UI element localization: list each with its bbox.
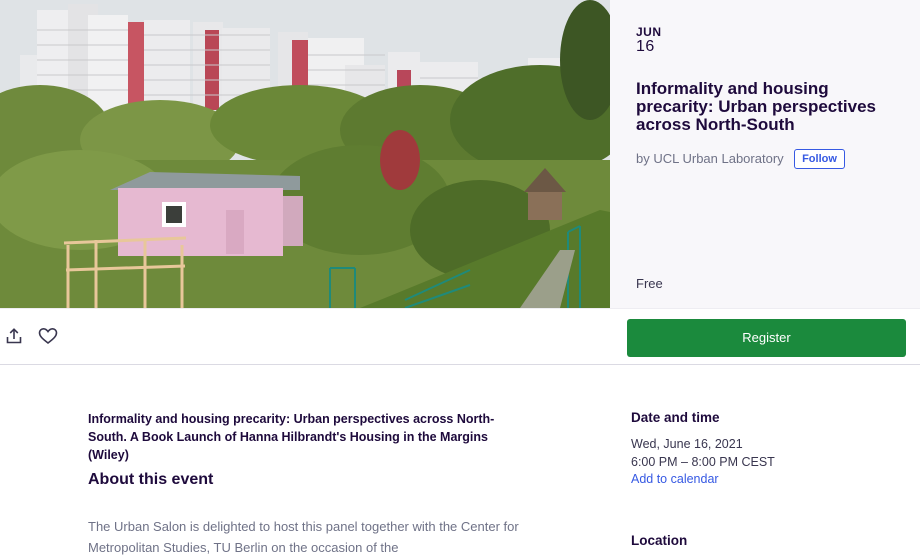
event-month: JUN [636,25,662,39]
event-cover-image [0,0,610,308]
event-title: Informality and housing precarity: Urban… [636,79,876,134]
event-price: Free [636,276,663,291]
event-day: 16 [636,38,655,55]
about-description: The Urban Salon is delighted to host thi… [88,519,519,555]
cover-image-illustration [0,0,610,308]
event-time: 6:00 PM – 8:00 PM CEST [631,455,775,469]
location-heading: Location [631,533,688,548]
event-hero: JUN 16 Informality and housing precarity… [0,0,920,308]
register-button[interactable]: Register [627,319,906,357]
organizer-name[interactable]: by UCL Urban Laboratory [636,151,784,166]
about-heading: About this event [88,471,214,488]
follow-button[interactable]: Follow [794,149,845,169]
event-date: Wed, June 16, 2021 [631,437,743,451]
event-info-panel: JUN 16 Informality and housing precarity… [610,0,920,308]
add-to-calendar-link[interactable]: Add to calendar [631,472,719,486]
action-bar: Register [0,308,920,365]
event-summary: Informality and housing precarity: Urban… [88,412,495,462]
share-icon[interactable] [5,327,23,345]
date-time-heading: Date and time [631,410,720,425]
heart-icon[interactable] [38,327,58,345]
